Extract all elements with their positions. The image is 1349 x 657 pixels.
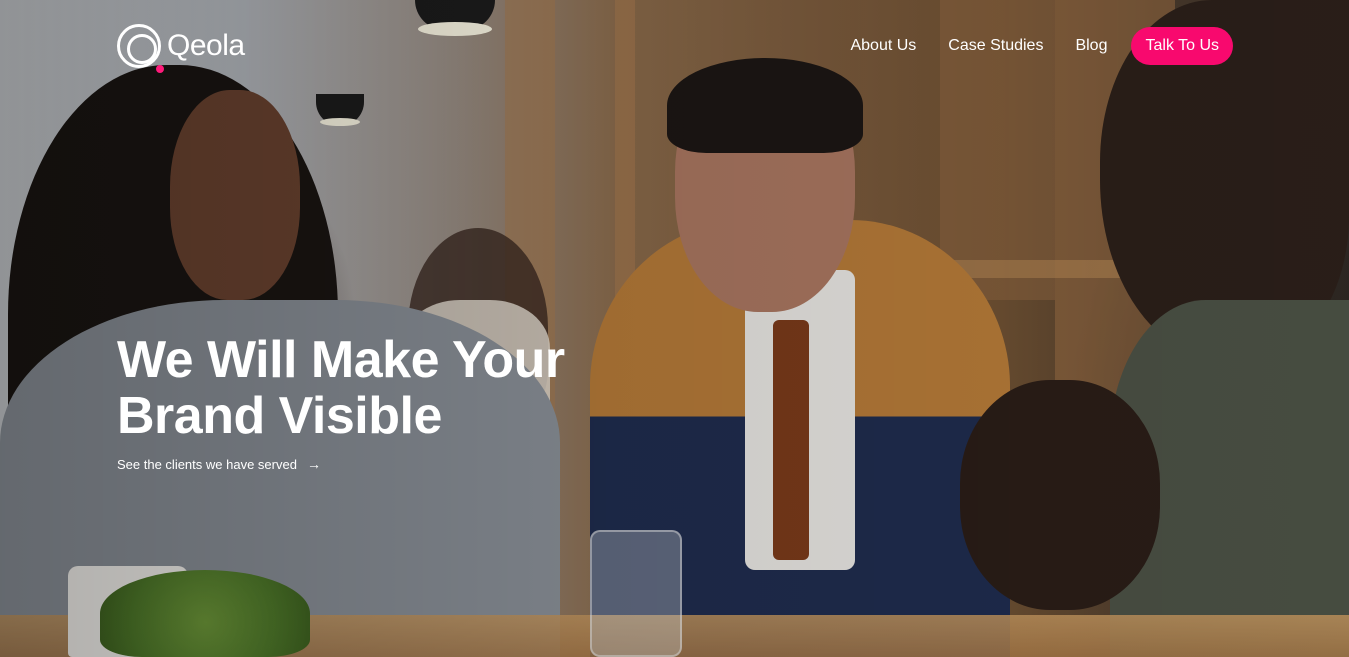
logo-link[interactable]: Qeola bbox=[117, 24, 245, 73]
qeola-logo-icon bbox=[117, 24, 164, 73]
talk-to-us-button[interactable]: Talk To Us bbox=[1131, 27, 1233, 65]
hero-headline: We Will Make Your Brand Visible bbox=[117, 332, 637, 444]
main-nav: About Us Case Studies Blog Talk To Us bbox=[850, 27, 1233, 65]
hero-overlay bbox=[0, 0, 1349, 657]
hero-section: Qeola About Us Case Studies Blog Talk To… bbox=[0, 0, 1349, 657]
site-header: Qeola About Us Case Studies Blog Talk To… bbox=[0, 0, 1349, 92]
headline-line-2: Brand Visible bbox=[117, 387, 442, 445]
nav-about-us[interactable]: About Us bbox=[850, 37, 916, 55]
see-clients-label: See the clients we have served bbox=[117, 456, 297, 472]
nav-blog[interactable]: Blog bbox=[1075, 37, 1107, 55]
see-clients-link[interactable]: See the clients we have served → bbox=[117, 456, 321, 472]
logo-text: Qeola bbox=[167, 29, 245, 62]
headline-line-1: We Will Make Your bbox=[117, 331, 565, 389]
nav-case-studies[interactable]: Case Studies bbox=[948, 37, 1043, 55]
arrow-right-icon: → bbox=[306, 456, 321, 472]
logo-dot bbox=[156, 65, 164, 73]
